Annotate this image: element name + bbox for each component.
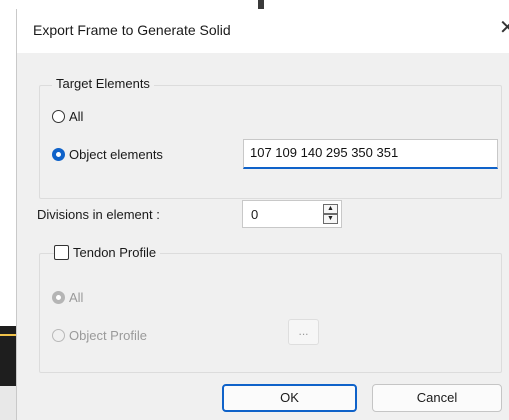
divisions-spinbox[interactable]: 0 ▲ ▼	[242, 200, 342, 228]
tendon-profile-group	[39, 253, 502, 373]
tendon-profile-checkbox[interactable]	[54, 245, 69, 260]
cancel-button[interactable]: Cancel	[372, 384, 502, 412]
radio-all-elements-button[interactable]	[52, 110, 65, 123]
background-app-panel-left	[0, 326, 16, 386]
radio-object-profile-label: Object Profile	[69, 328, 148, 343]
ok-button[interactable]: OK	[222, 384, 357, 412]
radio-object-elements[interactable]: Object elements	[52, 147, 163, 162]
divisions-value: 0	[251, 207, 259, 222]
radio-profile-all-button[interactable]	[52, 291, 65, 304]
radio-all-elements-label: All	[69, 109, 84, 124]
spin-down-icon[interactable]: ▼	[323, 214, 338, 224]
export-frame-dialog: Export Frame to Generate Solid ✕ Target …	[16, 9, 509, 420]
radio-object-elements-button[interactable]	[52, 148, 65, 161]
tendon-profile-checkbox-row[interactable]: Tendon Profile	[54, 245, 161, 260]
radio-object-elements-label: Object elements	[69, 147, 163, 162]
divisions-label: Divisions in element :	[37, 207, 160, 222]
browse-profile-button[interactable]: ...	[288, 319, 319, 345]
dialog-titlebar[interactable]: Export Frame to Generate Solid ✕	[17, 9, 509, 53]
radio-profile-all-label: All	[69, 290, 84, 305]
divisions-spin-buttons: ▲ ▼	[323, 204, 338, 224]
background-app-panel-left-lower	[0, 386, 16, 420]
close-icon[interactable]: ✕	[499, 18, 509, 38]
object-elements-input[interactable]: 107 109 140 295 350 351	[243, 139, 498, 169]
radio-profile-all[interactable]: All	[52, 290, 83, 305]
spin-up-icon[interactable]: ▲	[323, 204, 338, 214]
radio-object-profile-button[interactable]	[52, 329, 65, 342]
radio-all-elements[interactable]: All	[52, 109, 83, 124]
radio-object-profile[interactable]: Object Profile	[52, 328, 147, 343]
tendon-profile-label: Tendon Profile	[73, 245, 157, 260]
target-elements-legend: Target Elements	[52, 76, 154, 91]
background-app-area	[0, 0, 509, 9]
dialog-title: Export Frame to Generate Solid	[33, 22, 231, 38]
background-app-element	[258, 0, 264, 9]
